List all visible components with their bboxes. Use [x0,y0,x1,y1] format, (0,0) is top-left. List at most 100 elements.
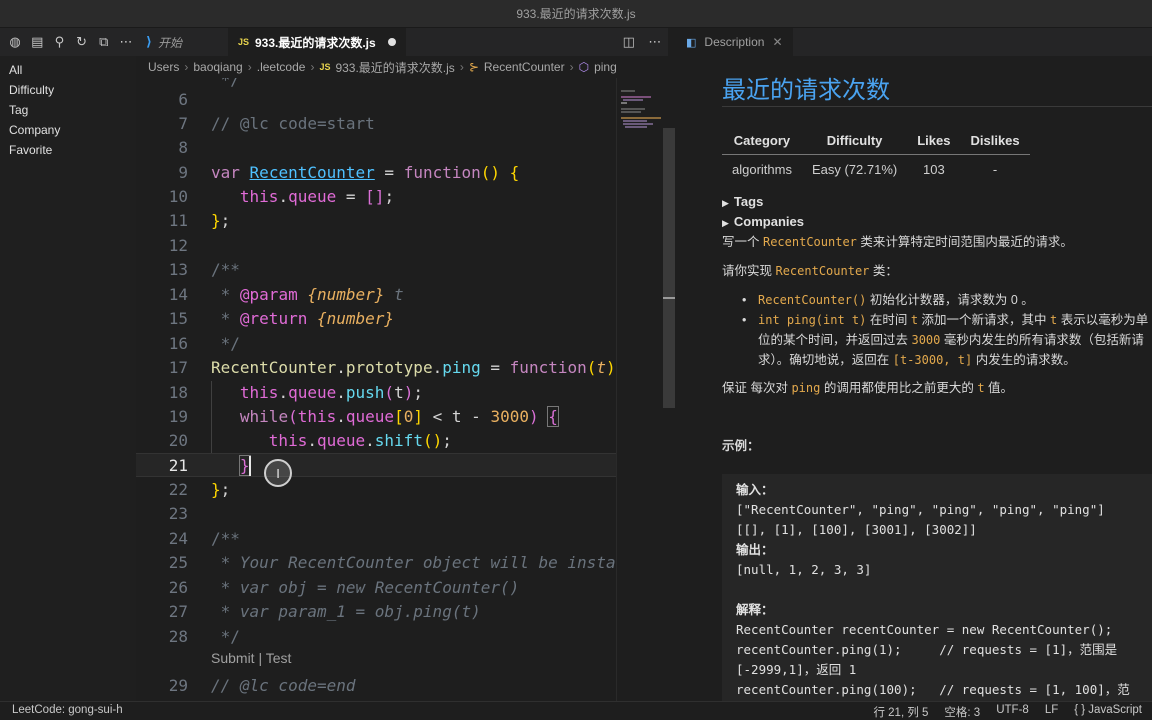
code-line: 23 [168,504,188,523]
javascript-icon: JS [237,37,249,47]
javascript-icon: JS [319,62,331,72]
end-of-line[interactable]: LF [1045,704,1058,720]
split-editor-icon[interactable]: ◫ [623,34,635,50]
code-line: 28 */ [168,627,240,646]
code-line: 14 * @param {number} t [168,285,404,304]
description-panel: 最近的请求次数 Category Difficulty Likes Dislik… [676,56,1152,701]
indent-guide [211,381,212,453]
sidebar-toolbar: ◍ ▤ ⚲ ↻ ⧉ ⋯ [0,28,136,56]
code-line: 16 */ [168,334,240,353]
breadcrumb-item[interactable]: Users [148,60,179,74]
code-line: 22}; [168,480,231,499]
code-line: 20 this.queue.shift(); [168,431,452,450]
sidebar-item-all[interactable]: All [0,60,136,80]
table-row: algorithms Easy (72.71%) 103 - [732,161,998,177]
code-line: 10 this.queue = []; [168,187,395,206]
explorer-icon[interactable]: ▤ [27,32,47,53]
code-line: 17 RecentCounter.prototype.ping = functio… [168,358,616,377]
tab-label: 933.最近的请求次数.js [254,35,376,50]
tab-solution-file[interactable]: JS 933.最近的请求次数.js [227,28,406,56]
tags-toggle[interactable]: ▶ Tags [722,194,763,209]
sidebar-item-tag[interactable]: Tag [0,100,136,120]
sidebar-item-favorite[interactable]: Favorite [0,140,136,160]
encoding[interactable]: UTF-8 [996,704,1029,720]
indentation[interactable]: 空格: 3 [944,704,980,720]
breadcrumb-item[interactable]: baoqiang [193,60,242,74]
code-line: 19 while(this.queue[0] < t - 3000) { [168,406,559,427]
code-line: 6 [178,90,188,109]
breadcrumb-item[interactable]: RecentCounter [484,60,565,74]
tab-actions: ◫ ⋯ [616,28,668,56]
window-title: 933.最近的请求次数.js [0,0,1152,28]
companies-toggle[interactable]: ▶ Companies [722,214,804,229]
list-item: int ping(int t) 在时间 t 添加一个新请求，其中 t 表示以毫秒… [742,310,1152,330]
tab-welcome[interactable]: ⟩ 开始 [136,28,192,56]
triangle-right-icon: ▶ [722,218,729,228]
example-code-block: 输入： ["RecentCounter", "ping", "ping", "p… [722,474,1152,701]
scroll-position-marker [663,297,675,299]
editor-scrollbar[interactable] [663,128,675,408]
chevron-right-icon: › [459,60,464,74]
table-header: Dislikes [960,128,1030,155]
tab-label: 开始 [157,35,182,50]
code-line-current: 21 } [136,453,616,477]
refresh-icon[interactable]: ↻ [72,32,92,53]
code-line: 25 * Your RecentCounter object will be i… [168,553,616,572]
list-item-continued: 求）。确切地说，返回在 [t-3000, t] 内发生的请求数。 [758,353,1076,367]
example-heading: 示例： [722,439,760,453]
chevron-right-icon: › [310,60,315,74]
list-item-continued: 位的某个时间，并返回过去 3000 毫秒内发生的所有请求数（包括新请 [758,333,1144,347]
codelens-submit-test[interactable]: Submit | Test [211,650,291,666]
code-line: 13/** [168,260,240,279]
table-header: Difficulty [801,128,908,155]
close-icon[interactable]: ✕ [772,35,782,49]
code-editor[interactable]: */ 6 7// @lc code=start 8 9 var RecentCou… [136,78,616,701]
more-actions-icon[interactable]: ⋯ [648,34,661,50]
search-icon[interactable]: ⚲ [49,32,69,53]
collapse-icon[interactable]: ⧉ [94,32,114,53]
text-cursor [249,456,251,476]
chevron-right-icon: › [247,60,252,74]
leetcode-sidebar: All Difficulty Tag Company Favorite [0,56,136,701]
list-item: RecentCounter() 初始化计数器，请求数为 0 。 [742,290,1152,310]
problem-title: 最近的请求次数 [722,77,890,104]
editor-tabs: ⟩ 开始 JS 933.最近的请求次数.js [136,28,668,56]
globe-icon[interactable]: ◍ [5,32,25,53]
method-icon: ⬡ [578,60,590,74]
mouse-cursor-icon: I [264,459,292,487]
breadcrumb-item[interactable]: ping [594,60,617,74]
chevron-right-icon: › [569,60,574,74]
code-line: 11}; [168,211,231,230]
code-line: 29// @lc code=end [168,676,356,695]
table-header: Likes [907,128,961,155]
breadcrumb: Users › baoqiang › .leetcode › JS 933.最近… [136,56,668,78]
code-line: 15 * @return {number} [168,309,395,328]
breadcrumb-item[interactable]: .leetcode [257,60,306,74]
sidebar-item-company[interactable]: Company [0,120,136,140]
class-icon: ⊱ [468,60,479,74]
code-line: 8 [178,138,188,157]
unsaved-dot-icon[interactable] [387,38,396,46]
problem-intro: 写一个 RecentCounter 类来计算特定时间范围内最近的请求。 [722,235,1073,249]
code-line: 12 [168,236,188,255]
problem-meta-table: Category Difficulty Likes Dislikes algor… [722,128,1030,184]
code-line: 18 this.queue.push(t); [168,383,423,402]
problem-bullets: RecentCounter() 初始化计数器，请求数为 0 。 int ping… [742,290,1152,370]
vscode-icon: ⟩ [146,34,152,49]
code-line: 7// @lc code=start [178,114,375,133]
language-mode[interactable]: { } JavaScript [1074,704,1142,720]
divider [722,106,1152,107]
more-icon[interactable]: ⋯ [116,32,136,53]
code-line: 27 * var param_1 = obj.ping(t) [168,602,481,621]
sidebar-item-difficulty[interactable]: Difficulty [0,80,136,100]
problem-guarantee: 保证 每次对 ping 的调用都使用比之前更大的 t 值。 [722,381,1014,395]
breadcrumb-item[interactable]: 933.最近的请求次数.js [335,59,454,76]
leetcode-account[interactable]: LeetCode: gong-sui-h [12,704,123,716]
tab-description[interactable]: ◧ Description ✕ [676,28,793,56]
tab-label: Description [704,35,765,49]
code-line: 26 * var obj = new RecentCounter() [168,578,520,597]
table-header: Category [722,128,802,155]
description-tabbar: ◧ Description ✕ [676,28,1152,56]
status-bar: LeetCode: gong-sui-h 行 21, 列 5 空格: 3 UTF… [0,701,1152,720]
cursor-position[interactable]: 行 21, 列 5 [873,704,928,720]
